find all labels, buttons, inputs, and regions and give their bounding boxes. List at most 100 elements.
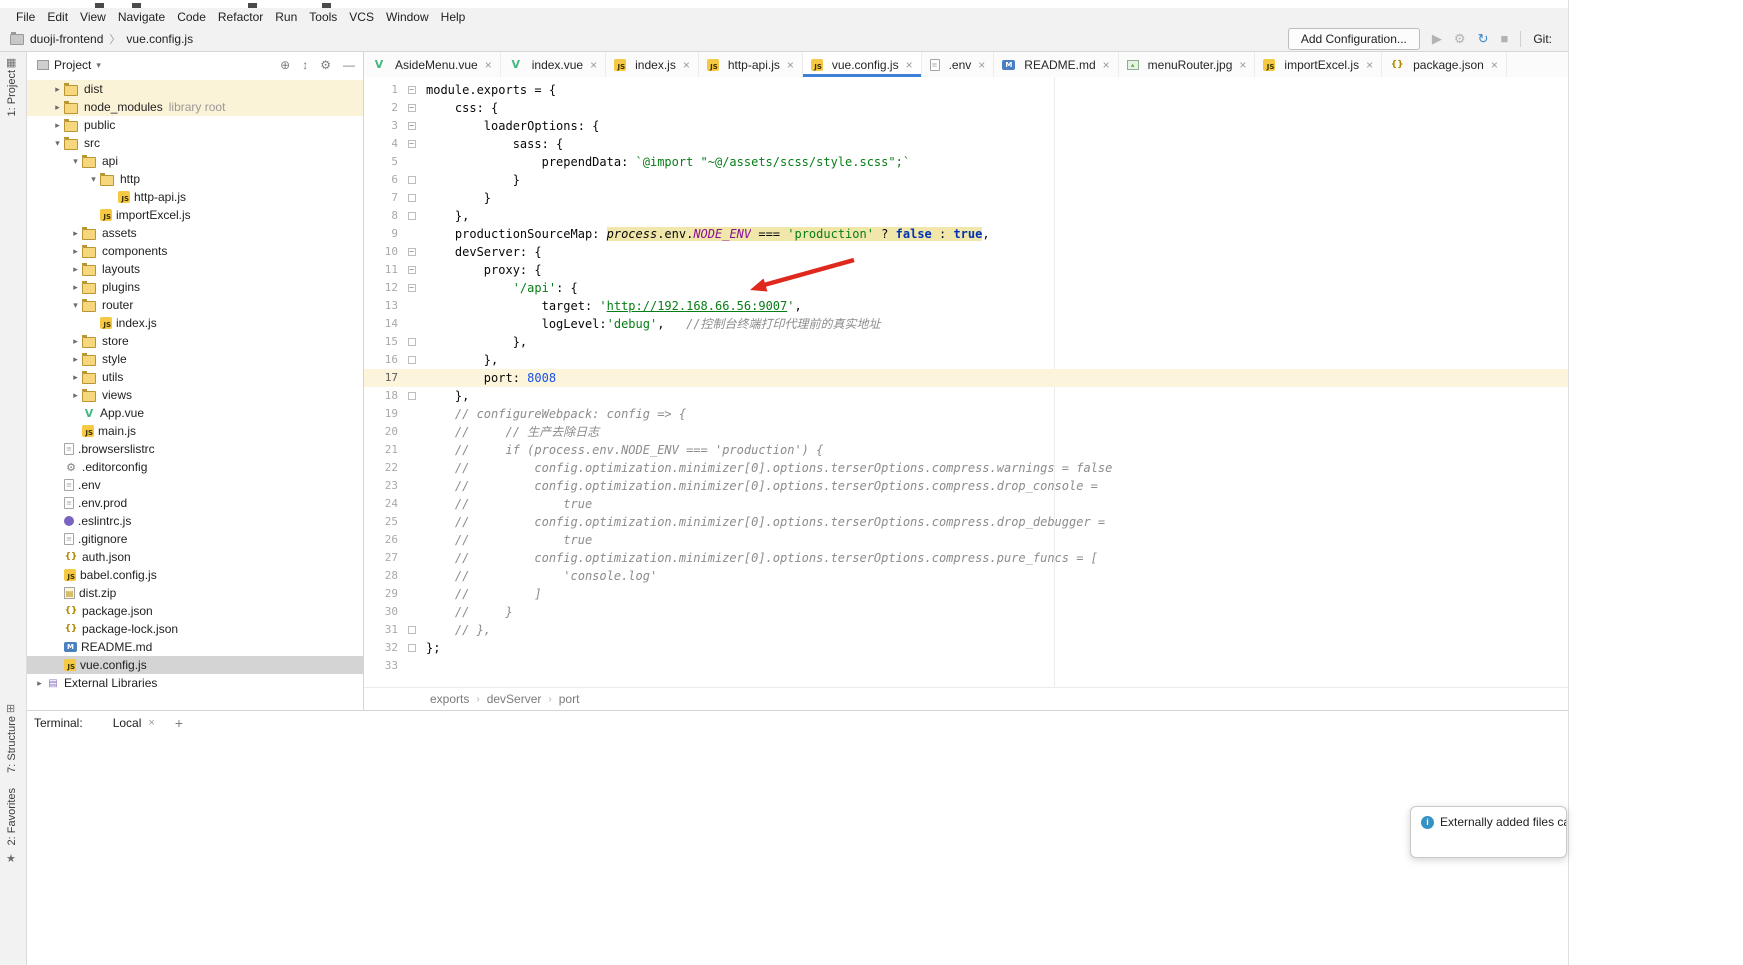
fold-marker-icon[interactable]: [404, 207, 419, 225]
chevron-collapsed-icon[interactable]: ▸: [51, 84, 64, 95]
tab-index-js[interactable]: JSindex.js×: [606, 52, 699, 77]
code-line-25[interactable]: 25 // config.optimization.minimizer[0].o…: [364, 513, 1568, 531]
breadcrumb-project[interactable]: duoji-frontend: [30, 32, 103, 46]
fold-marker-icon[interactable]: [404, 333, 419, 351]
line-number[interactable]: 18: [364, 387, 404, 405]
code-editor[interactable]: 1−module.exports = {2− css: {3− loaderOp…: [364, 77, 1568, 688]
close-tab-icon[interactable]: ×: [1239, 58, 1246, 72]
hide-panel-icon[interactable]: —: [343, 58, 355, 72]
close-tab-icon[interactable]: ×: [590, 58, 597, 72]
line-number[interactable]: 30: [364, 603, 404, 621]
new-terminal-button[interactable]: +: [175, 715, 183, 731]
code-line-15[interactable]: 15 },: [364, 333, 1568, 351]
tree-item-layouts[interactable]: ▸layouts: [27, 260, 363, 278]
chevron-collapsed-icon[interactable]: ▸: [69, 264, 82, 275]
fold-marker-icon[interactable]: [404, 639, 419, 657]
tree-item-node-modules[interactable]: ▸node_moduleslibrary root: [27, 98, 363, 116]
fold-marker-icon[interactable]: −: [404, 135, 419, 153]
code-line-2[interactable]: 2− css: {: [364, 99, 1568, 117]
tree-item-importexcel-js[interactable]: JSimportExcel.js: [27, 206, 363, 224]
fold-marker-icon[interactable]: −: [404, 99, 419, 117]
line-number[interactable]: 10: [364, 243, 404, 261]
menu-refactor[interactable]: Refactor: [212, 10, 269, 24]
chevron-expanded-icon[interactable]: ▾: [51, 138, 64, 149]
fold-marker-icon[interactable]: [404, 351, 419, 369]
project-panel-title[interactable]: Project: [54, 58, 91, 72]
chevron-collapsed-icon[interactable]: ▸: [69, 372, 82, 383]
add-configuration-button[interactable]: Add Configuration...: [1288, 28, 1420, 50]
line-number[interactable]: 13: [364, 297, 404, 315]
code-line-3[interactable]: 3− loaderOptions: {: [364, 117, 1568, 135]
tree-item-utils[interactable]: ▸utils: [27, 368, 363, 386]
locate-file-icon[interactable]: ⊕: [280, 58, 290, 72]
close-tab-icon[interactable]: ×: [1491, 58, 1498, 72]
code-line-33[interactable]: 33: [364, 657, 1568, 675]
editor-breadcrumb-devserver[interactable]: devServer: [487, 692, 542, 706]
line-number[interactable]: 17: [364, 369, 404, 387]
code-line-26[interactable]: 26 // true: [364, 531, 1568, 549]
code-line-11[interactable]: 11− proxy: {: [364, 261, 1568, 279]
tab-readme-md[interactable]: MREADME.md×: [994, 52, 1118, 77]
gear-icon[interactable]: ⚙: [320, 58, 331, 72]
code-line-17[interactable]: 17 port: 8008: [364, 369, 1568, 387]
line-number[interactable]: 1: [364, 81, 404, 99]
debug-button[interactable]: ⚙: [1454, 32, 1466, 45]
menu-window[interactable]: Window: [380, 10, 435, 24]
tree-item-browserslistrc[interactable]: ≡.browserslistrc: [27, 440, 363, 458]
close-tab-icon[interactable]: ×: [683, 58, 690, 72]
tree-item-http-api-js[interactable]: JShttp-api.js: [27, 188, 363, 206]
tree-item-eslintrc-js[interactable]: .eslintrc.js: [27, 512, 363, 530]
code-line-13[interactable]: 13 target: 'http://192.168.66.56:9007',: [364, 297, 1568, 315]
chevron-down-icon[interactable]: ▾: [96, 60, 101, 71]
line-number[interactable]: 23: [364, 477, 404, 495]
tree-item-router[interactable]: ▾router: [27, 296, 363, 314]
run-button[interactable]: ▶: [1432, 32, 1442, 45]
close-tab-icon[interactable]: ×: [787, 58, 794, 72]
close-tab-icon[interactable]: ×: [1366, 58, 1373, 72]
toolwindow-favorites-button[interactable]: 2: Favorites: [6, 788, 18, 845]
line-number[interactable]: 16: [364, 351, 404, 369]
menu-vcs[interactable]: VCS: [343, 10, 380, 24]
line-number[interactable]: 25: [364, 513, 404, 531]
tree-item-app-vue[interactable]: VApp.vue: [27, 404, 363, 422]
close-tab-icon[interactable]: ×: [906, 58, 913, 72]
menu-file[interactable]: File: [10, 10, 41, 24]
code-line-6[interactable]: 6 }: [364, 171, 1568, 189]
fold-marker-icon[interactable]: [404, 189, 419, 207]
editor-breadcrumb-port[interactable]: port: [559, 692, 580, 706]
tab-env[interactable]: ≡.env×: [922, 52, 995, 77]
close-tab-icon[interactable]: ×: [485, 58, 492, 72]
terminal-output[interactable]: [27, 735, 1568, 753]
chevron-expanded-icon[interactable]: ▾: [69, 156, 82, 167]
tree-item-assets[interactable]: ▸assets: [27, 224, 363, 242]
tree-item-package-lock-json[interactable]: {}package-lock.json: [27, 620, 363, 638]
code-line-14[interactable]: 14 logLevel:'debug', //控制台终端打印代理前的真实地址: [364, 315, 1568, 333]
code-line-28[interactable]: 28 // 'console.log': [364, 567, 1568, 585]
close-tab-icon[interactable]: ×: [1103, 58, 1110, 72]
fold-marker-icon[interactable]: −: [404, 117, 419, 135]
code-line-32[interactable]: 32};: [364, 639, 1568, 657]
line-number[interactable]: 3: [364, 117, 404, 135]
code-line-7[interactable]: 7 }: [364, 189, 1568, 207]
line-number[interactable]: 19: [364, 405, 404, 423]
chevron-collapsed-icon[interactable]: ▸: [69, 282, 82, 293]
line-number[interactable]: 31: [364, 621, 404, 639]
code-line-22[interactable]: 22 // config.optimization.minimizer[0].o…: [364, 459, 1568, 477]
favorites-star-icon[interactable]: ★: [6, 852, 16, 865]
tree-item-main-js[interactable]: JSmain.js: [27, 422, 363, 440]
line-number[interactable]: 5: [364, 153, 404, 171]
line-number[interactable]: 2: [364, 99, 404, 117]
tree-item-dist-zip[interactable]: ▤dist.zip: [27, 584, 363, 602]
breadcrumb-file[interactable]: vue.config.js: [126, 32, 193, 46]
line-number[interactable]: 32: [364, 639, 404, 657]
tree-item-plugins[interactable]: ▸plugins: [27, 278, 363, 296]
toolwindow-structure-button[interactable]: 7: Structure: [6, 716, 18, 773]
tab-http-api-js[interactable]: JShttp-api.js×: [699, 52, 803, 77]
menu-help[interactable]: Help: [435, 10, 472, 24]
close-icon[interactable]: ×: [148, 717, 154, 729]
code-line-19[interactable]: 19 // configureWebpack: config => {: [364, 405, 1568, 423]
line-number[interactable]: 27: [364, 549, 404, 567]
tree-item-style[interactable]: ▸style: [27, 350, 363, 368]
fold-marker-icon[interactable]: [404, 387, 419, 405]
tree-item-index-js[interactable]: JSindex.js: [27, 314, 363, 332]
